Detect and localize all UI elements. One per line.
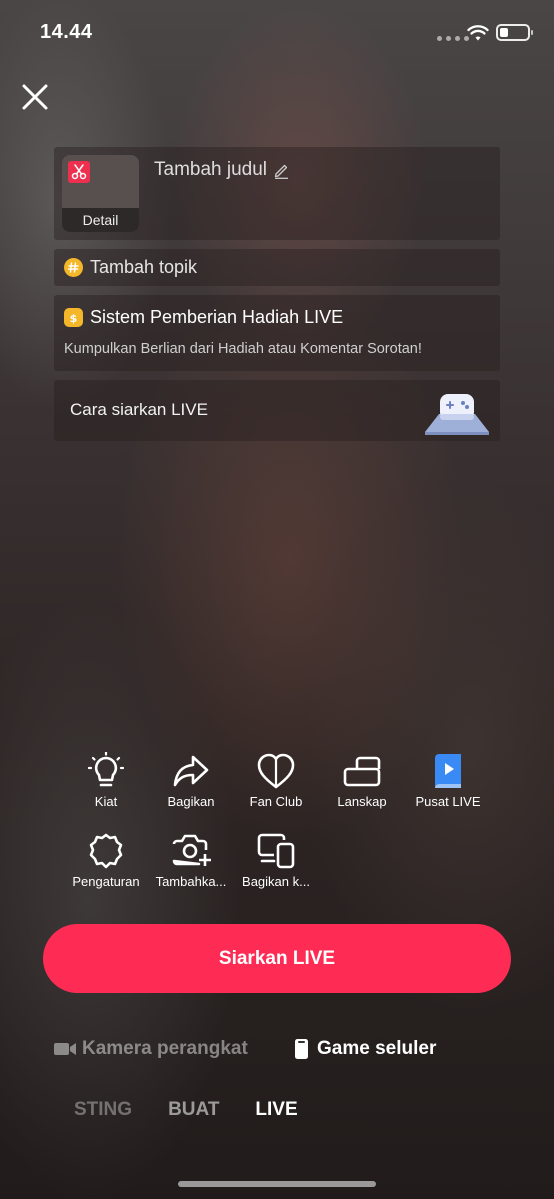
book-icon [435,754,461,788]
close-icon[interactable] [20,82,50,112]
title-placeholder: Tambah judul [154,159,268,180]
tool-label: Bagikan [167,794,215,809]
add-topic-button[interactable]: Tambah topik [54,249,500,286]
devices-icon [257,833,295,869]
gift-title: Sistem Pemberian Hadiah LIVE [90,307,344,327]
wifi-icon [467,25,489,41]
pencil-icon [274,164,289,179]
game-controller-icon [425,394,489,435]
landscape-button[interactable]: Lanskap [322,752,402,809]
share-button[interactable]: Bagikan [151,752,231,809]
tips-button[interactable]: Kiat [66,752,146,809]
settings-button[interactable]: Pengaturan [66,832,146,889]
tool-label: Kiat [94,794,118,809]
tool-label: Bagikan k... [242,874,310,889]
tool-label: Tambahka... [155,874,227,889]
heart-icon [257,753,295,789]
topic-label: Tambah topik [90,257,198,277]
tab-create[interactable]: BUAT [168,1099,219,1121]
landscape-icon [343,756,381,787]
tool-label: Lanskap [337,794,387,809]
cover-thumbnail[interactable]: Detail [62,155,139,232]
fan-club-button[interactable]: Fan Club [236,752,316,809]
coin-icon: $ [64,308,83,327]
share-screen-button[interactable]: Bagikan k... [236,832,316,889]
tab-posting[interactable]: STING [74,1099,132,1121]
tab-live[interactable]: LIVE [255,1099,297,1121]
camera-plus-icon [172,834,211,866]
gear-icon [89,833,123,869]
tool-label: Pengaturan [72,874,140,889]
share-icon [173,755,209,787]
video-camera-icon [54,1043,76,1055]
how-to-label: Cara siarkan LIVE [70,400,208,419]
go-live-button[interactable]: Siarkan LIVE [43,924,511,993]
thumbnail-detail-label: Detail [62,208,139,232]
add-photo-button[interactable]: Tambahka... [151,832,231,889]
battery-icon [496,24,533,41]
gift-system-card[interactable]: $ Sistem Pemberian Hadiah LIVE Kumpulkan… [54,295,500,371]
scissors-icon [68,161,90,183]
lightbulb-icon [88,752,124,787]
device-camera-mode[interactable]: Kamera perangkat [54,1038,248,1060]
svg-text:$: $ [70,312,78,325]
status-time: 14.44 [40,21,93,43]
phone-icon [295,1039,308,1059]
home-indicator [178,1181,376,1187]
game-mode-label: Game seluler [317,1038,437,1059]
camera-mode-label: Kamera perangkat [82,1038,248,1059]
signal-icon [437,36,469,41]
mobile-game-mode[interactable]: Game seluler [294,1038,436,1060]
title-input[interactable]: Tambah judul [154,159,290,181]
tool-label: Fan Club [249,794,303,809]
gift-subtitle: Kumpulkan Berlian dari Hadiah atau Komen… [64,341,422,357]
live-setup-card: Detail Tambah judul [54,147,500,240]
hashtag-icon [64,258,83,277]
how-to-live-card[interactable]: Cara siarkan LIVE [54,380,500,441]
bottom-mode-tabs: STING BUAT LIVE [74,1099,298,1121]
live-center-button[interactable]: Pusat LIVE [408,752,488,809]
tool-label: Pusat LIVE [415,794,481,809]
